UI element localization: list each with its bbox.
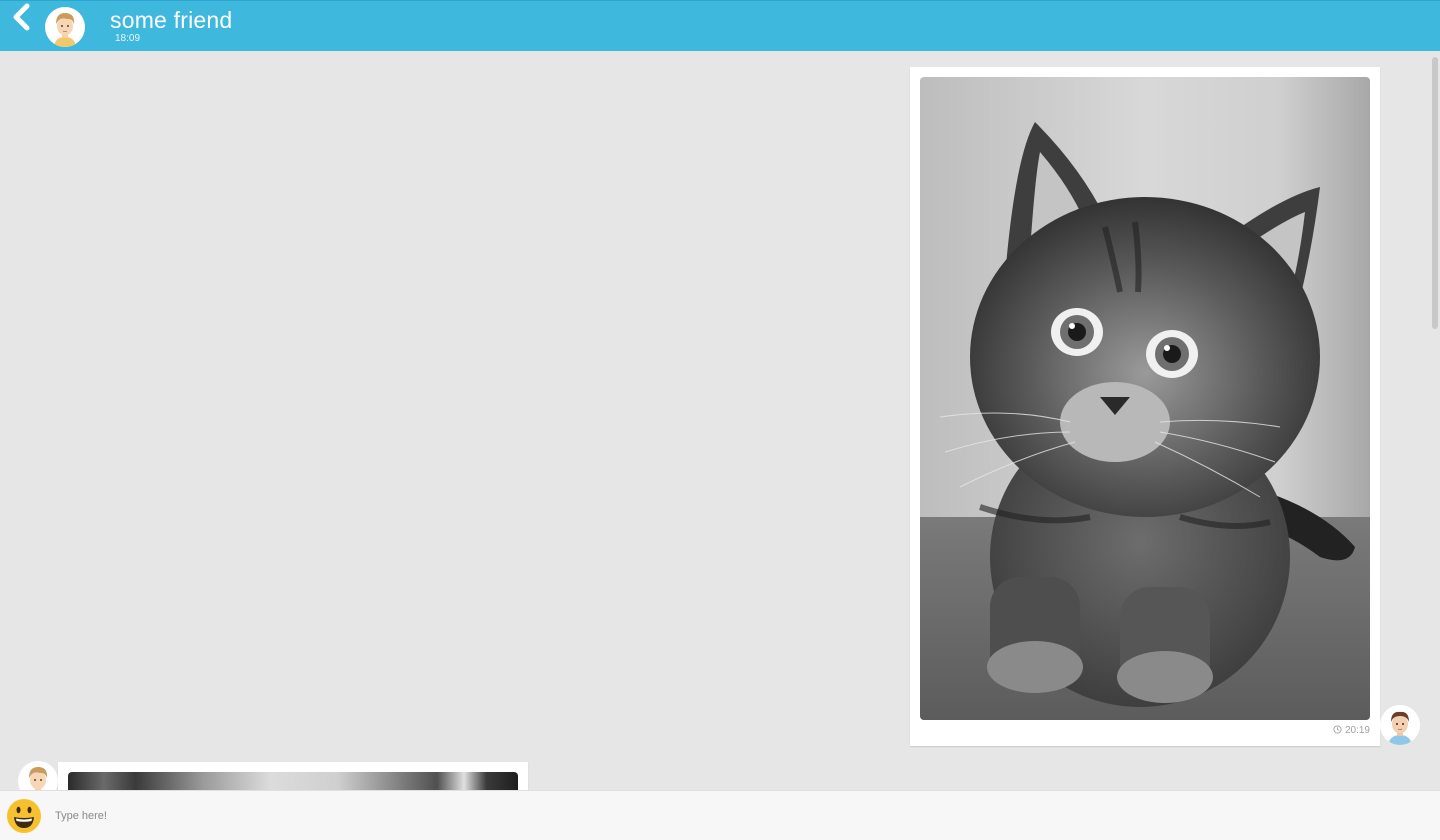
incoming-photo[interactable] xyxy=(68,772,518,790)
friend-avatar-icon xyxy=(45,7,85,47)
message-time-text: 20:19 xyxy=(1344,725,1370,736)
incoming-image xyxy=(68,772,518,790)
clock-icon xyxy=(1333,725,1342,734)
last-seen-time: 18:09 xyxy=(115,33,141,44)
friend-avatar-icon xyxy=(18,761,58,790)
contact-avatar[interactable] xyxy=(45,7,85,47)
incoming-image-message[interactable] xyxy=(58,762,528,790)
outgoing-image-message[interactable]: 20:19 xyxy=(910,67,1380,746)
smiley-emoji-icon xyxy=(7,799,41,833)
kitten-image xyxy=(920,77,1370,720)
message-composer xyxy=(0,790,1440,840)
emoji-button[interactable] xyxy=(6,798,42,834)
scrollbar[interactable] xyxy=(1432,57,1438,329)
my-avatar[interactable] xyxy=(1380,705,1420,745)
kitten-photo[interactable] xyxy=(920,77,1370,720)
message-list[interactable]: 20:19 xyxy=(0,51,1440,790)
back-button[interactable] xyxy=(10,3,34,31)
message-timestamp: 20:19 xyxy=(1333,725,1370,736)
chat-header: some friend 18:09 xyxy=(0,0,1440,51)
message-input[interactable] xyxy=(52,801,1428,831)
chevron-left-icon xyxy=(13,3,30,31)
me-avatar-icon xyxy=(1380,705,1420,745)
friend-avatar[interactable] xyxy=(18,761,58,790)
contact-name: some friend xyxy=(110,7,233,33)
